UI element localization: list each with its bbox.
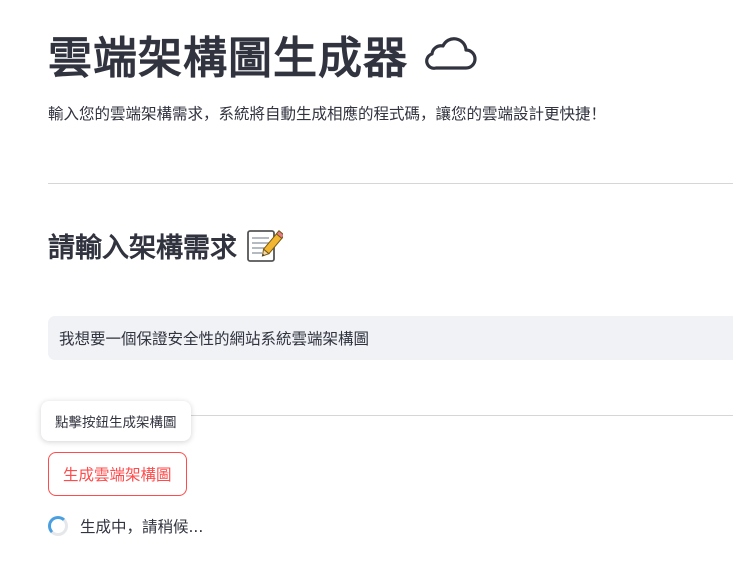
spinner-icon <box>48 516 68 536</box>
cloud-icon <box>422 34 478 74</box>
loading-status: 生成中，請稍候... <box>48 515 203 537</box>
app-page: 雲端架構圖生成器 輸入您的雲端架構需求，系統將自動生成相應的程式碼，讓您的雲端設… <box>0 0 733 571</box>
generate-button[interactable]: 生成雲端架構圖 <box>48 452 187 496</box>
page-header: 雲端架構圖生成器 <box>48 22 478 86</box>
section-header: 請輸入架構需求 <box>48 226 286 265</box>
button-tooltip: 點擊按鈕生成架構圖 <box>41 401 191 441</box>
divider <box>48 183 733 184</box>
page-subtitle: 輸入您的雲端架構需求，系統將自動生成相應的程式碼，讓您的雲端設計更快捷！ <box>48 105 607 123</box>
page-title: 雲端架構圖生成器 <box>48 33 408 84</box>
section-title: 請輸入架構需求 <box>48 233 237 264</box>
memo-icon <box>245 227 286 265</box>
loading-text: 生成中，請稍候... <box>80 518 204 536</box>
requirement-input[interactable] <box>48 316 733 360</box>
